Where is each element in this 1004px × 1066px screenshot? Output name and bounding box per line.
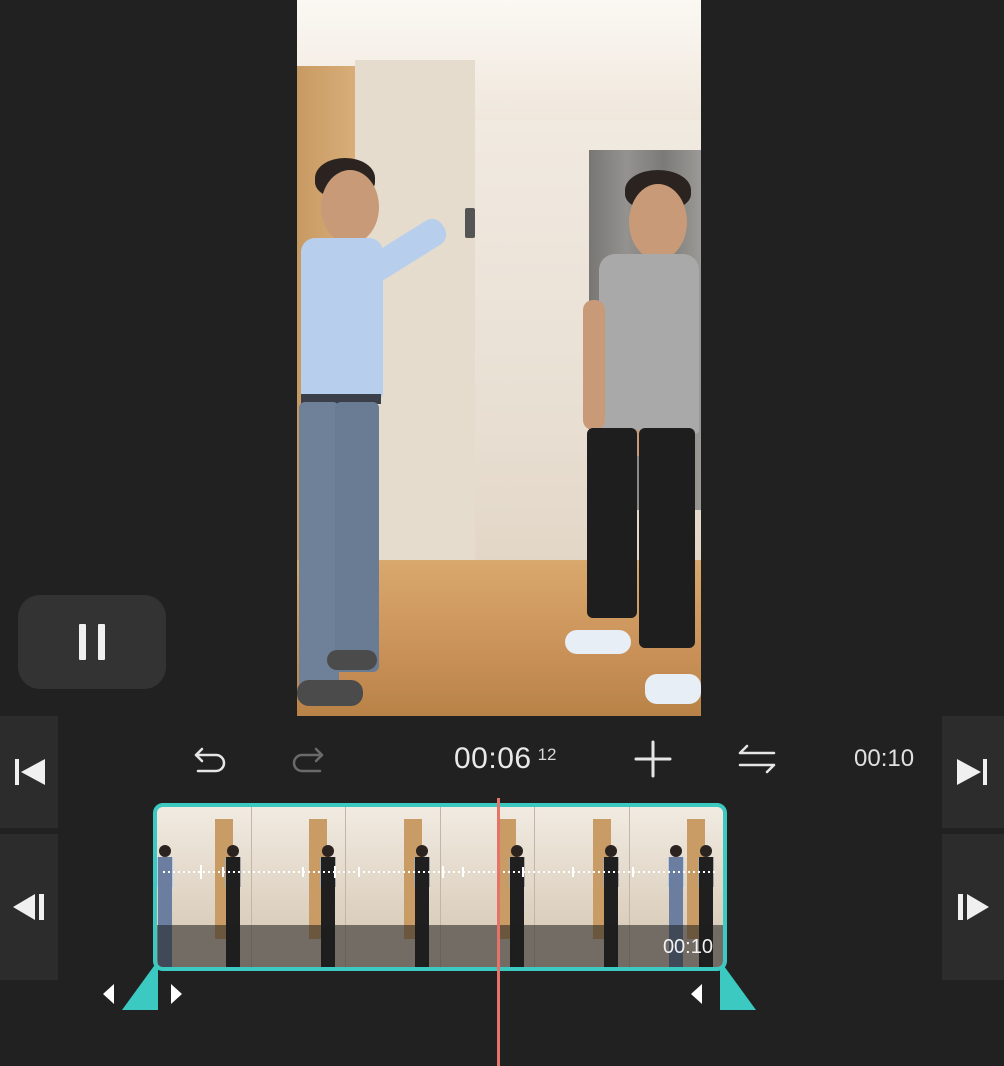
- frame-forward-icon: [958, 894, 989, 920]
- clip-duration-label: 00:10: [662, 936, 713, 958]
- current-time-value: 00:06: [454, 742, 532, 775]
- total-duration-value: 00:10: [854, 745, 915, 772]
- frame-back-button[interactable]: [0, 834, 58, 980]
- person-photographer: [297, 150, 497, 716]
- trim-left-arrow-icon[interactable]: [100, 982, 118, 1006]
- undo-icon: [194, 747, 226, 773]
- undo-button[interactable]: [190, 735, 230, 783]
- swap-button[interactable]: [736, 735, 778, 783]
- swap-arrows-icon: [738, 744, 776, 774]
- timeline-clip[interactable]: 00:10: [153, 803, 727, 971]
- add-button[interactable]: [632, 735, 674, 783]
- total-duration: 00:10: [854, 735, 914, 783]
- skip-to-end-icon: [957, 759, 987, 785]
- skip-to-start-button[interactable]: [0, 716, 58, 828]
- trim-end-left-arrow-icon[interactable]: [688, 982, 706, 1006]
- pause-icon: [73, 624, 111, 660]
- current-time: 00:06 12: [454, 735, 557, 783]
- playhead[interactable]: [497, 798, 500, 1066]
- pause-button[interactable]: [18, 595, 166, 689]
- skip-to-start-icon: [15, 759, 45, 785]
- person-subject: [557, 170, 701, 716]
- audio-waveform: [163, 865, 717, 879]
- frame-forward-button[interactable]: [942, 834, 1004, 980]
- trim-handle-left[interactable]: [118, 966, 162, 1012]
- redo-icon: [292, 747, 324, 773]
- clip-bottom-shade: [157, 925, 723, 967]
- frame-back-icon: [13, 894, 44, 920]
- trim-handle-right[interactable]: [720, 966, 760, 1012]
- trim-right-arrow-icon[interactable]: [168, 982, 186, 1006]
- video-preview[interactable]: [297, 0, 701, 716]
- skip-to-end-button[interactable]: [942, 716, 1004, 828]
- redo-button[interactable]: [288, 735, 328, 783]
- current-frame-value: 12: [537, 745, 557, 764]
- plus-icon: [634, 740, 672, 778]
